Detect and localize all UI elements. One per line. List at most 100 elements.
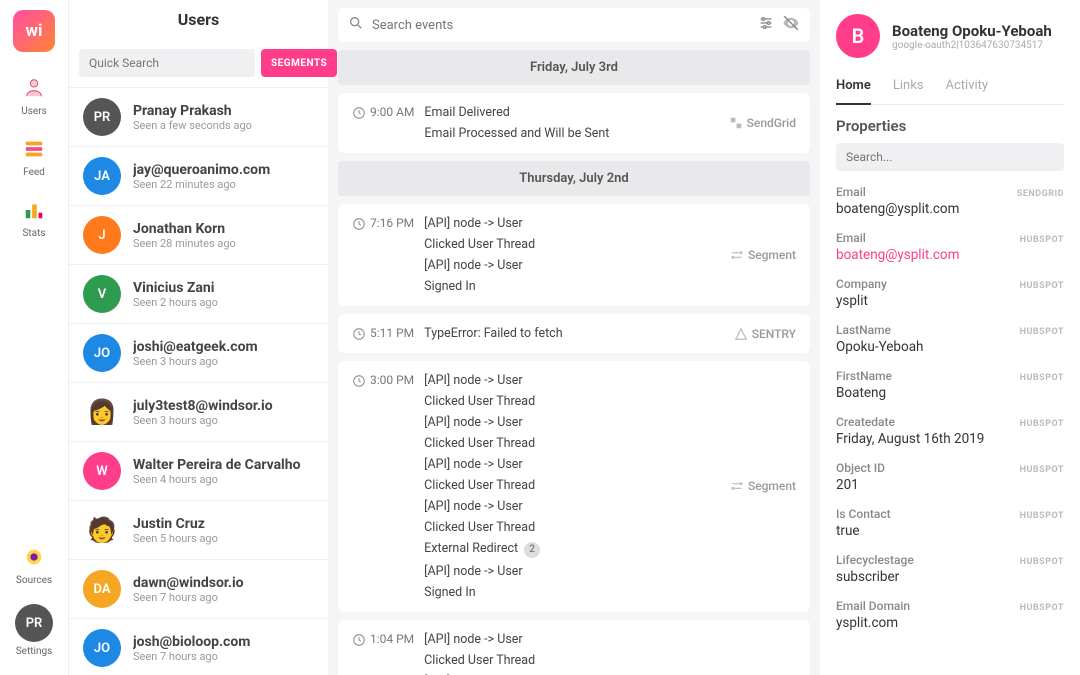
rail-label: Feed <box>23 167 45 178</box>
events-search-input[interactable] <box>372 18 750 33</box>
user-row[interactable]: 👩july3test8@windsor.ioSeen 3 hours ago <box>69 382 328 441</box>
event-line: [API] node -> User <box>424 632 720 647</box>
user-row[interactable]: PRPranay PrakashSeen a few seconds ago <box>69 87 328 146</box>
event-card[interactable]: 3:00 PM[API] node -> UserClicked User Th… <box>338 361 810 612</box>
event-line: [API] node -> User <box>424 457 720 472</box>
tab-links[interactable]: Links <box>893 72 924 104</box>
events-panel: Friday, July 3rd9:00 AMEmail DeliveredEm… <box>328 0 820 675</box>
property-value: boateng@ysplit.com <box>836 201 1064 217</box>
user-name: Pranay Prakash <box>133 103 252 119</box>
property-label: LastName <box>836 323 891 337</box>
event-line: [API] node -> User <box>424 564 720 579</box>
properties-title: Properties <box>836 117 1064 135</box>
user-seen: Seen 22 minutes ago <box>133 178 270 191</box>
property-row: Object IDHUBSPOT201 <box>836 461 1064 493</box>
date-header: Thursday, July 2nd <box>338 161 810 196</box>
property-row: EmailHUBSPOTboateng@ysplit.com <box>836 231 1064 263</box>
user-name: Vinicius Zani <box>133 280 218 296</box>
tab-home[interactable]: Home <box>836 72 871 105</box>
event-time: 5:11 PM <box>352 326 414 341</box>
rail-item-feed[interactable]: Feed <box>0 127 68 186</box>
property-source: HUBSPOT <box>1020 419 1064 429</box>
event-time: 1:04 PM <box>352 632 414 675</box>
event-line: [API] node -> User <box>424 373 720 388</box>
property-value: ysplit.com <box>836 615 1064 631</box>
user-row[interactable]: JOjoshi@eatgeek.comSeen 3 hours ago <box>69 323 328 382</box>
user-seen: Seen 7 hours ago <box>133 650 250 663</box>
user-avatar: 🧑 <box>83 511 121 549</box>
user-avatar: V <box>83 275 121 313</box>
user-avatar: JA <box>83 157 121 195</box>
user-row[interactable]: WWalter Pereira de CarvalhoSeen 4 hours … <box>69 441 328 500</box>
property-source: SENDGRID <box>1017 189 1064 199</box>
property-source: HUBSPOT <box>1020 511 1064 521</box>
sources-icon <box>20 543 48 571</box>
property-source: HUBSPOT <box>1020 235 1064 245</box>
event-line: Clicked User Thread <box>424 436 720 451</box>
profile-id: google-oauth2|103647630734517 <box>892 40 1052 51</box>
property-label: FirstName <box>836 369 892 383</box>
user-row[interactable]: 🧑Justin CruzSeen 5 hours ago <box>69 500 328 559</box>
event-card[interactable]: 7:16 PM[API] node -> UserClicked User Th… <box>338 204 810 306</box>
event-card[interactable]: 1:04 PM[API] node -> UserClicked User Th… <box>338 620 810 675</box>
rail-item-sources[interactable]: Sources <box>0 535 68 594</box>
detail-tabs: Home Links Activity <box>836 72 1064 105</box>
rail-label: Stats <box>22 228 45 239</box>
event-card[interactable]: 9:00 AMEmail DeliveredEmail Processed an… <box>338 93 810 153</box>
property-label: Company <box>836 277 887 291</box>
event-card[interactable]: 5:11 PM TypeError: Failed to fetch SENTRY <box>338 314 810 353</box>
segments-button[interactable]: SEGMENTS <box>261 49 337 77</box>
rail-item-settings[interactable]: PR Settings <box>0 596 68 665</box>
rail-item-users[interactable]: Users <box>0 66 68 125</box>
property-source: HUBSPOT <box>1020 557 1064 567</box>
event-line: Signed In <box>424 585 720 600</box>
event-lines: [API] node -> UserClicked User Thread[AP… <box>424 632 720 675</box>
property-row: LastNameHUBSPOTOpoku-Yeboah <box>836 323 1064 355</box>
user-name: Jonathan Korn <box>133 221 236 237</box>
stats-icon <box>20 196 48 224</box>
property-source: HUBSPOT <box>1020 373 1064 383</box>
property-value: boateng@ysplit.com <box>836 247 1064 263</box>
property-label: Is Contact <box>836 507 891 521</box>
event-line: Clicked User Thread <box>424 237 720 252</box>
user-name: jay@queroanimo.com <box>133 162 270 178</box>
user-avatar: JO <box>83 629 121 667</box>
property-row: EmailSENDGRIDboateng@ysplit.com <box>836 185 1064 217</box>
user-row[interactable]: JOjosh@bioloop.comSeen 7 hours ago <box>69 618 328 675</box>
property-row: FirstName HUBSPOT Boateng <box>836 369 1064 401</box>
event-source: Segment <box>730 632 796 675</box>
property-value: Opoku-Yeboah <box>836 339 1064 355</box>
current-user-avatar: PR <box>15 604 53 642</box>
event-line: [API] node -> User <box>424 258 720 273</box>
property-label: Email Domain <box>836 599 910 613</box>
event-source: Segment <box>730 216 796 294</box>
users-icon <box>20 74 48 102</box>
tab-activity[interactable]: Activity <box>946 72 989 104</box>
property-value: Boateng <box>836 385 1064 401</box>
user-seen: Seen 7 hours ago <box>133 591 244 604</box>
user-name: Walter Pereira de Carvalho <box>133 457 301 473</box>
event-source: Segment <box>730 373 796 600</box>
event-lines: TypeError: Failed to fetch <box>424 326 724 341</box>
user-row[interactable]: JJonathan KornSeen 28 minutes ago <box>69 205 328 264</box>
event-line: [API] node -> User <box>424 216 720 231</box>
user-seen: Seen 4 hours ago <box>133 473 301 486</box>
visibility-off-icon[interactable] <box>782 14 800 36</box>
user-avatar: DA <box>83 570 121 608</box>
event-source: SENTRY <box>734 326 796 341</box>
user-seen: Seen 28 minutes ago <box>133 237 236 250</box>
user-seen: Seen 3 hours ago <box>133 355 258 368</box>
property-value: subscriber <box>836 569 1064 585</box>
user-name: july3test8@windsor.io <box>133 398 273 414</box>
user-seen: Seen 2 hours ago <box>133 296 218 309</box>
user-row[interactable]: V Vinicius ZaniSeen 2 hours ago <box>69 264 328 323</box>
user-row[interactable]: DAdawn@windsor.ioSeen 7 hours ago <box>69 559 328 618</box>
properties-search-input[interactable] <box>836 143 1064 171</box>
users-search-input[interactable] <box>79 49 255 77</box>
user-avatar: 👩 <box>83 393 121 431</box>
rail-item-stats[interactable]: Stats <box>0 188 68 247</box>
user-row[interactable]: JA jay@queroanimo.comSeen 22 minutes ago <box>69 146 328 205</box>
app-logo[interactable]: wi <box>13 10 55 52</box>
filter-icon[interactable] <box>758 15 774 35</box>
property-value: true <box>836 523 1064 539</box>
